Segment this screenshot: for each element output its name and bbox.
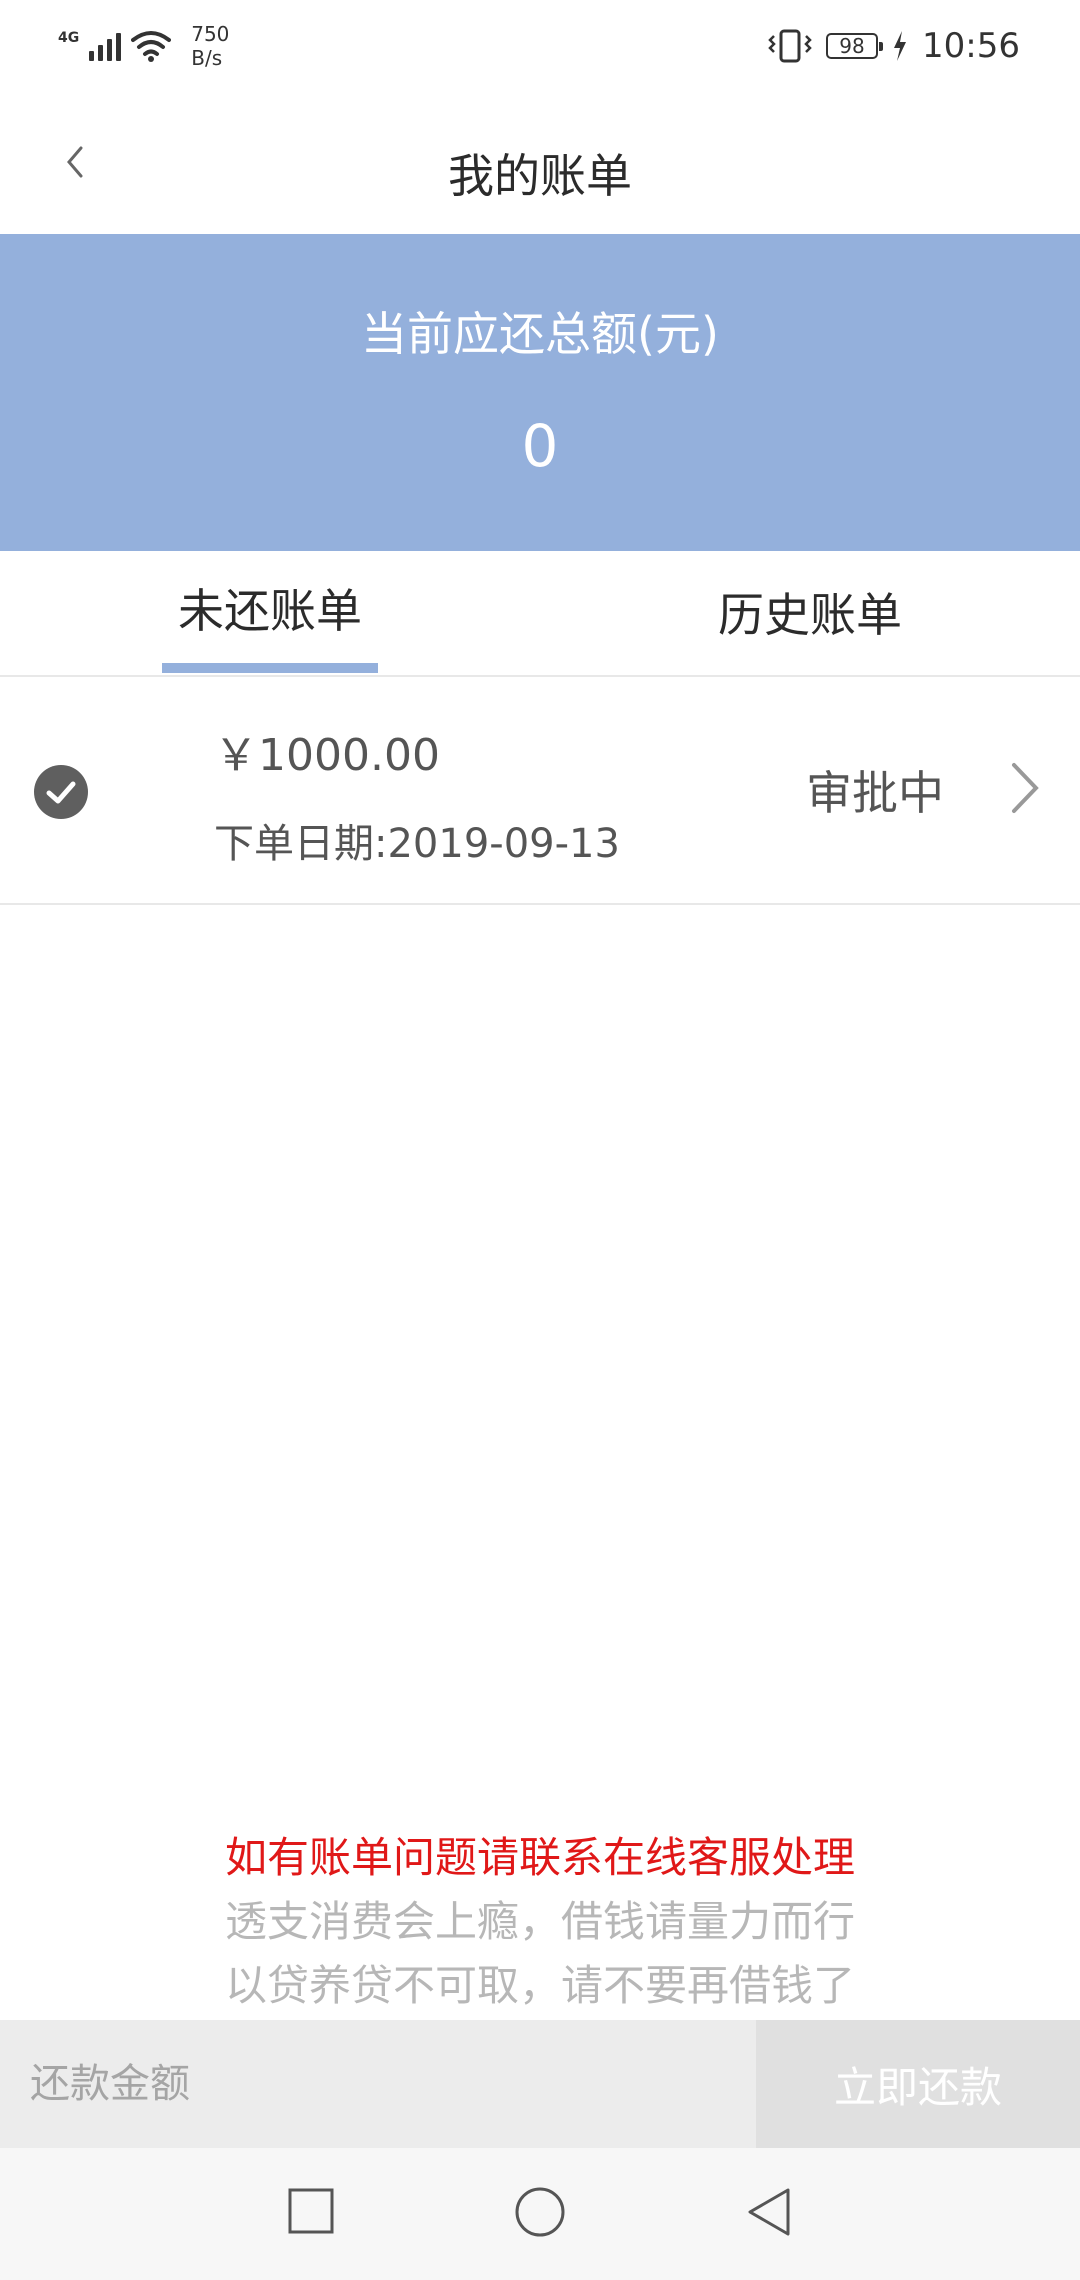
summary-amount: 0	[521, 412, 559, 480]
status-bar: 4G 750 B/s 98 10:56	[0, 0, 1080, 92]
recent-apps-icon[interactable]	[286, 2186, 336, 2236]
tab-label: 历史账单	[718, 588, 902, 642]
charging-icon	[894, 31, 907, 61]
repay-now-button[interactable]: 立即还款	[756, 2020, 1080, 2148]
clock: 10:56	[922, 26, 1020, 66]
speed-unit: B/s	[191, 46, 223, 70]
notice-warning-1: 透支消费会上瘾，借钱请量力而行	[224, 1897, 855, 1946]
bill-list-item[interactable]: ￥1000.00 下单日期:2019-09-13 审批中	[0, 677, 1080, 905]
summary-label: 当前应还总额(元)	[361, 307, 719, 361]
signal-icon	[89, 31, 122, 61]
back-nav-icon[interactable]	[744, 2186, 794, 2238]
notice-warning-2: 以贷养贷不可取，请不要再借钱了	[224, 1961, 855, 2010]
speed-value: 750	[191, 22, 230, 46]
battery-level: 98	[839, 34, 865, 58]
status-right: 98 10:56	[768, 18, 1020, 74]
tab-unpaid[interactable]: 未还账单	[0, 551, 540, 675]
vibrate-icon	[768, 29, 812, 63]
tab-label: 未还账单	[178, 584, 362, 638]
bill-status: 审批中	[806, 766, 944, 820]
notice: 如有账单问题请联系在线客服处理 透支消费会上瘾，借钱请量力而行 以贷养贷不可取，…	[0, 1826, 1080, 2018]
status-left: 4G 750 B/s	[58, 18, 229, 74]
network-speed: 750 B/s	[191, 22, 229, 70]
bill-tabs: 未还账单 历史账单	[0, 551, 1080, 677]
battery-icon: 98	[826, 33, 884, 59]
bill-order-date: 下单日期:2019-09-13	[214, 821, 620, 867]
header: 我的账单	[0, 92, 1080, 234]
repayment-summary: 当前应还总额(元) 0	[0, 234, 1080, 551]
tab-history[interactable]: 历史账单	[540, 551, 1080, 675]
repayment-amount-input[interactable]	[0, 2020, 756, 2148]
network-type: 4G	[58, 30, 80, 46]
bill-amount: ￥1000.00	[214, 730, 440, 781]
page-title: 我的账单	[448, 149, 632, 203]
system-nav-bar	[0, 2148, 1080, 2280]
chevron-right-icon	[1012, 763, 1039, 813]
check-circle-icon[interactable]	[34, 765, 88, 819]
active-tab-indicator	[162, 663, 378, 673]
payment-bar: 立即还款	[0, 2020, 1080, 2148]
notice-contact-support: 如有账单问题请联系在线客服处理	[224, 1833, 855, 1882]
wifi-icon	[131, 31, 172, 62]
home-icon[interactable]	[514, 2186, 566, 2238]
